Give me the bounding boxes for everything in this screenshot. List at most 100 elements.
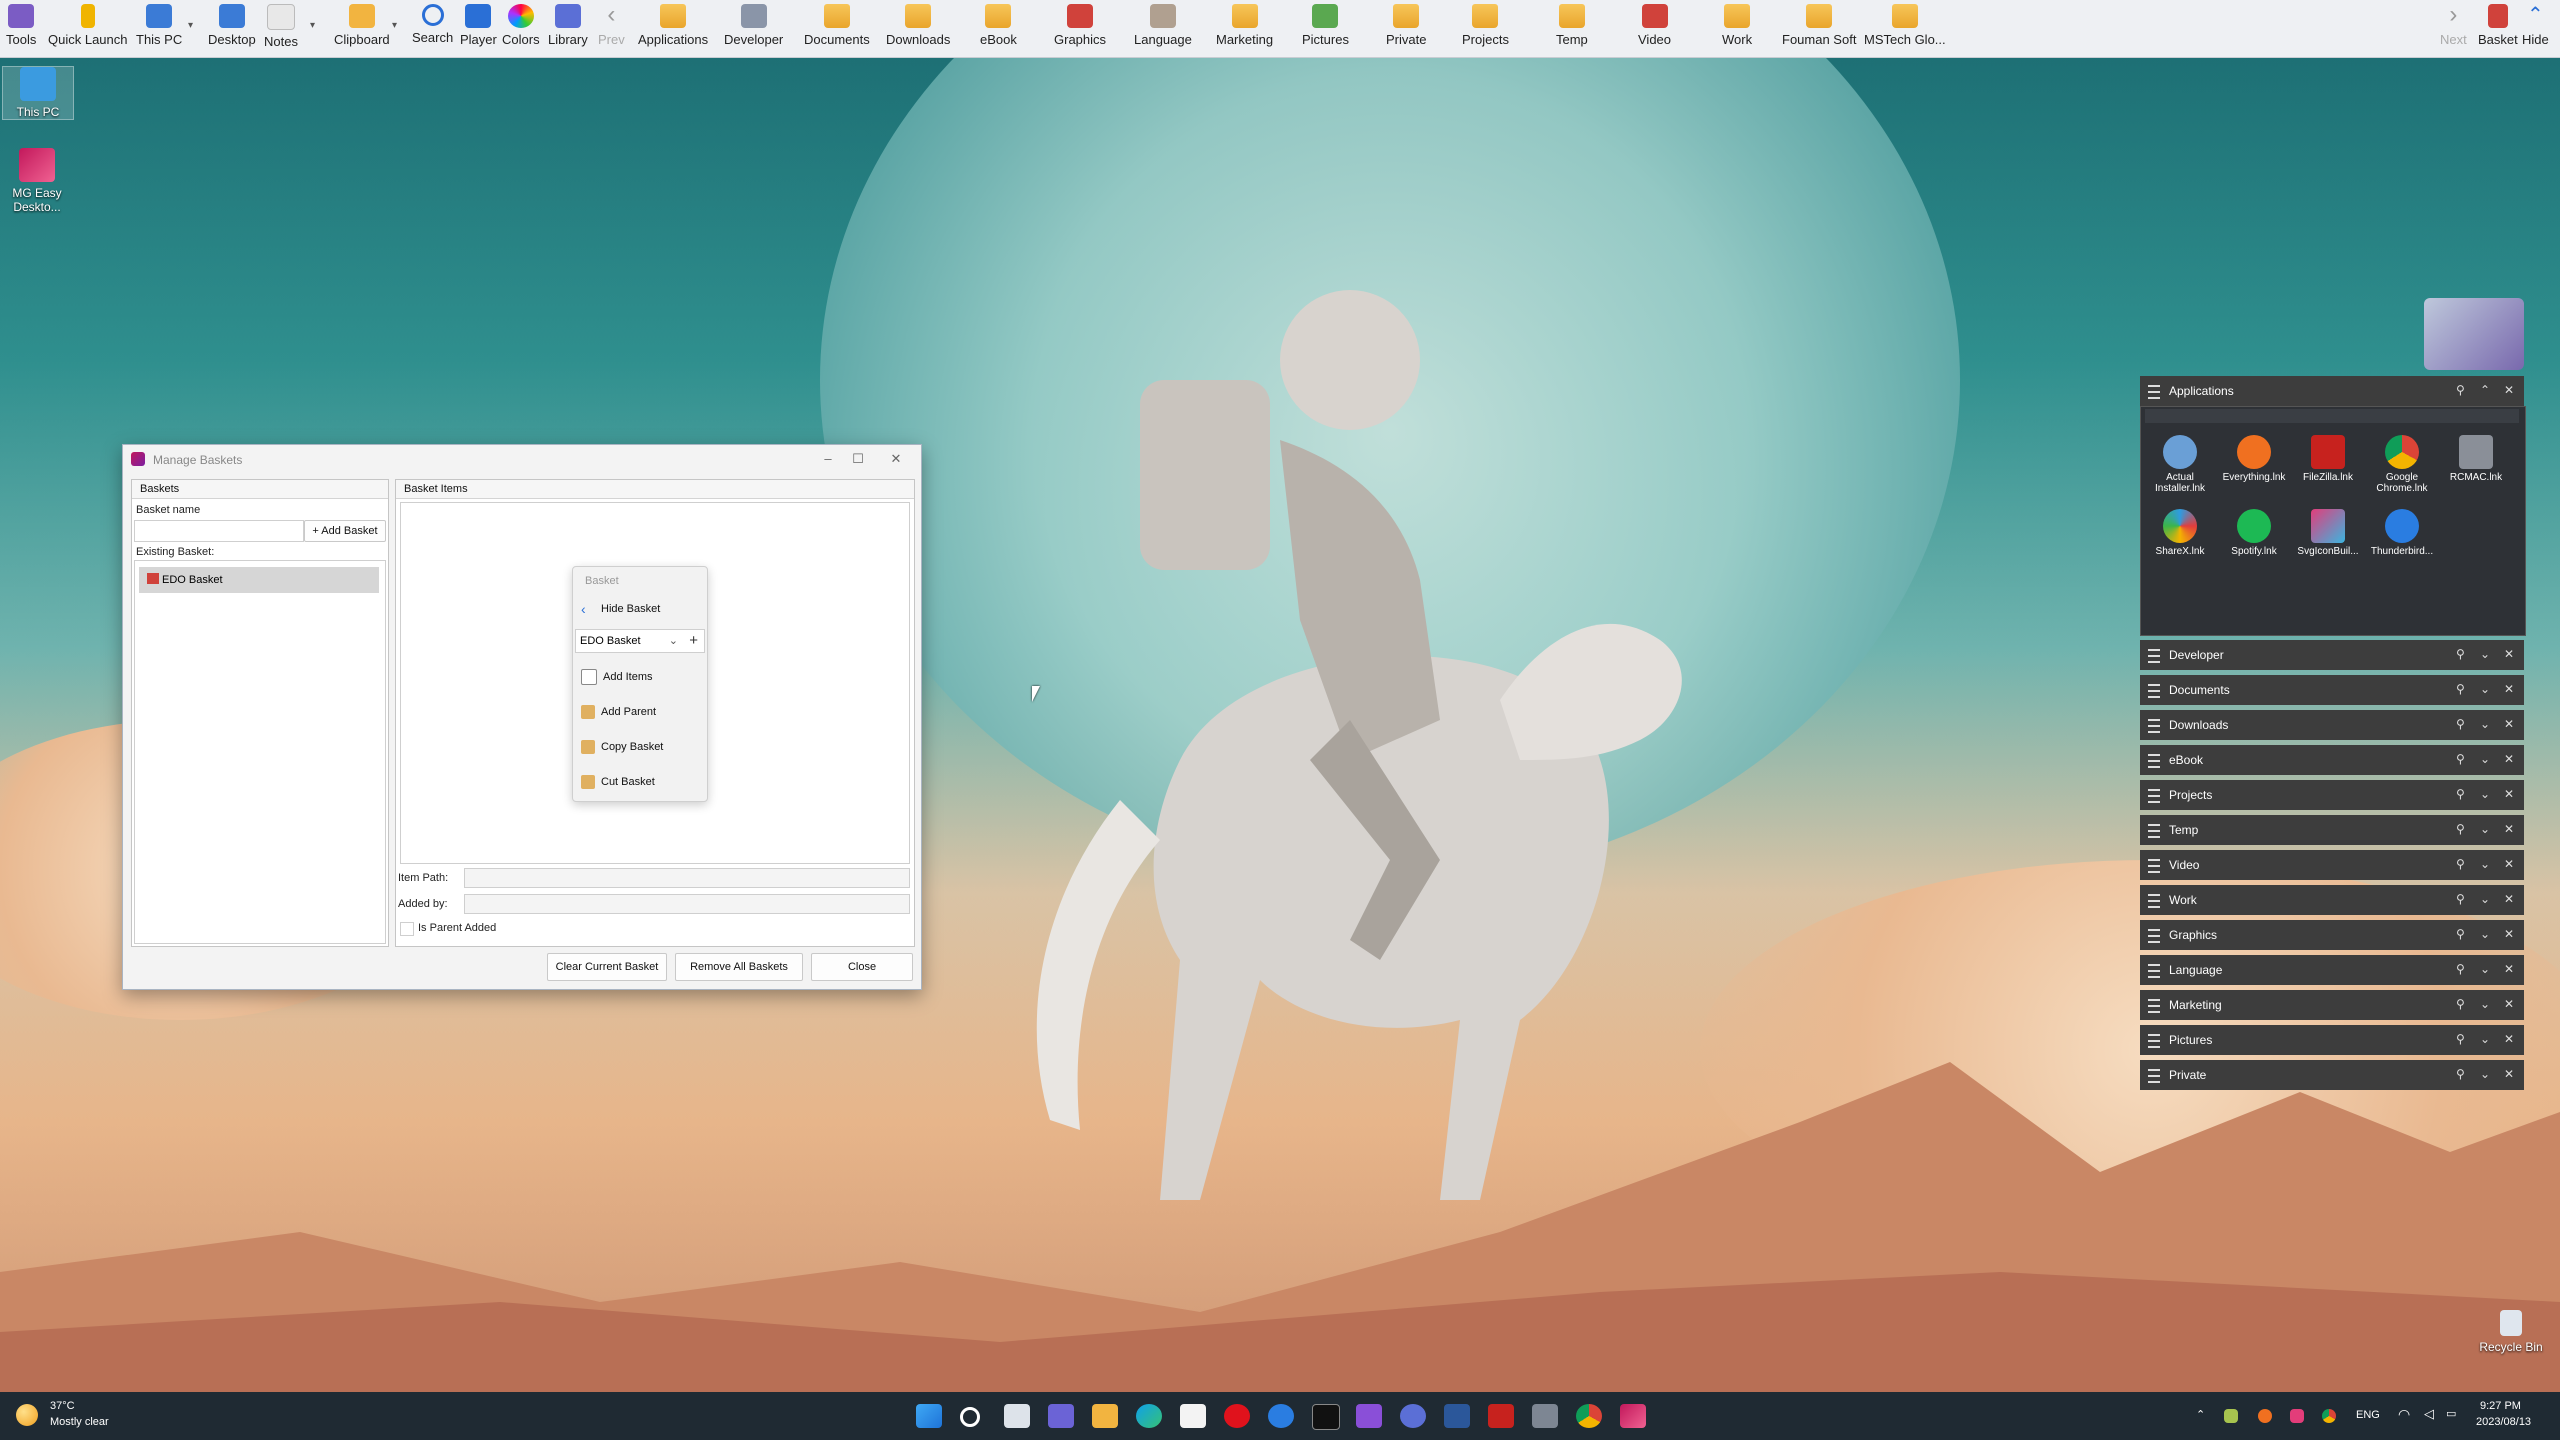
menu-icon[interactable]: [2148, 824, 2160, 838]
menu-icon[interactable]: [2148, 385, 2160, 399]
file-explorer-icon[interactable]: [1092, 1404, 1118, 1428]
pin-icon[interactable]: ⚲: [2456, 962, 2465, 976]
panel-developer[interactable]: Developer ⚲ ⌄ ✕: [2140, 640, 2524, 670]
menu-icon[interactable]: [2148, 754, 2160, 768]
toolbar-prev[interactable]: ‹ Prev: [598, 3, 625, 54]
menu-icon[interactable]: [2148, 649, 2160, 663]
panel-marketing[interactable]: Marketing ⚲ ⌄ ✕: [2140, 990, 2524, 1020]
app-shortcut[interactable]: Google Chrome.lnk: [2367, 435, 2437, 494]
pin-icon[interactable]: ⚲: [2456, 682, 2465, 696]
pin-icon[interactable]: ⚲: [2456, 927, 2465, 941]
word-icon[interactable]: [1444, 1404, 1470, 1428]
close-icon[interactable]: ✕: [2504, 787, 2514, 801]
chevron-down-icon[interactable]: ⌄: [2480, 682, 2490, 696]
basket-select[interactable]: EDO Basket ⌄ +: [575, 629, 705, 653]
app-shortcut[interactable]: ShareX.lnk: [2145, 509, 2215, 557]
chevron-down-icon[interactable]: ⌄: [2480, 647, 2490, 661]
toolbar-downloads[interactable]: Downloads: [886, 4, 950, 54]
panel-video[interactable]: Video ⚲ ⌄ ✕: [2140, 850, 2524, 880]
toolbar-video[interactable]: Video: [1638, 4, 1671, 54]
menu-icon[interactable]: [2148, 719, 2160, 733]
wifi-icon[interactable]: ◠: [2398, 1406, 2410, 1423]
close-icon[interactable]: ✕: [2504, 752, 2514, 766]
clock-date[interactable]: 2023/08/13: [2476, 1416, 2531, 1428]
desktop-icon-mg-easy[interactable]: MG Easy Deskto...: [2, 148, 72, 214]
close-icon[interactable]: ✕: [2504, 857, 2514, 871]
toolbar-marketing[interactable]: Marketing: [1216, 4, 1273, 54]
app-icon[interactable]: [1532, 1404, 1558, 1428]
toolbar-colors[interactable]: Colors: [502, 4, 540, 54]
chevron-down-icon[interactable]: ⌄: [2480, 892, 2490, 906]
menu-icon[interactable]: [2148, 1069, 2160, 1083]
app-shortcut[interactable]: RCMAC.lnk: [2441, 435, 2511, 483]
toolbar-developer[interactable]: Developer: [724, 4, 783, 54]
panel-private[interactable]: Private ⚲ ⌄ ✕: [2140, 1060, 2524, 1090]
close-icon[interactable]: ✕: [2504, 822, 2514, 836]
minimize-icon[interactable]: –: [813, 449, 843, 469]
chrome-icon[interactable]: [1576, 1404, 1602, 1428]
toolbar-this-pc[interactable]: This PC: [136, 4, 182, 54]
battery-icon[interactable]: ▭: [2446, 1407, 2456, 1420]
chevron-down-icon[interactable]: ⌄: [2480, 717, 2490, 731]
close-icon[interactable]: ✕: [2504, 717, 2514, 731]
toolbar-pictures[interactable]: Pictures: [1302, 4, 1349, 54]
clock-time[interactable]: 9:27 PM: [2480, 1400, 2521, 1412]
menu-icon[interactable]: [2148, 859, 2160, 873]
panel-temp[interactable]: Temp ⚲ ⌄ ✕: [2140, 815, 2524, 845]
toolbar-private[interactable]: Private: [1386, 4, 1426, 54]
chevron-down-icon[interactable]: ⌄: [2480, 927, 2490, 941]
toolbar-graphics[interactable]: Graphics: [1054, 4, 1106, 54]
toolbar-player[interactable]: Player: [460, 4, 497, 54]
pin-icon[interactable]: ⚲: [2456, 752, 2465, 766]
chevron-down-icon[interactable]: ⌄: [2480, 1067, 2490, 1081]
pin-icon[interactable]: ⚲: [2456, 787, 2465, 801]
close-icon[interactable]: ✕: [881, 449, 911, 469]
panel-documents[interactable]: Documents ⚲ ⌄ ✕: [2140, 675, 2524, 705]
close-icon[interactable]: ✕: [2504, 1032, 2514, 1046]
app-shortcut[interactable]: Everything.lnk: [2219, 435, 2289, 483]
close-icon[interactable]: ✕: [2504, 1067, 2514, 1081]
toolbar-quick-launch[interactable]: Quick Launch: [48, 4, 128, 54]
pin-icon[interactable]: ⚲: [2456, 892, 2465, 906]
pin-icon[interactable]: ⚲: [2456, 717, 2465, 731]
add-basket-button[interactable]: + Add Basket: [304, 520, 386, 542]
weather-icon[interactable]: [16, 1404, 38, 1426]
menu-icon[interactable]: [2148, 684, 2160, 698]
language-indicator[interactable]: ENG: [2356, 1409, 2380, 1421]
pin-icon[interactable]: ⚲: [2456, 647, 2465, 661]
chevron-down-icon[interactable]: ▾: [310, 20, 315, 31]
pin-icon[interactable]: ⚲: [2456, 1032, 2465, 1046]
thunderbird-icon[interactable]: [1268, 1404, 1294, 1428]
toolbar-notes[interactable]: Notes: [264, 4, 298, 54]
weather-desc[interactable]: Mostly clear: [50, 1416, 109, 1428]
toolbar-mstech[interactable]: MSTech Glo...: [1864, 4, 1946, 54]
pin-icon[interactable]: ⚲: [2456, 1067, 2465, 1081]
app-shortcut[interactable]: Spotify.lnk: [2219, 509, 2289, 557]
chevron-down-icon[interactable]: ▾: [392, 20, 397, 31]
menu-icon[interactable]: [2148, 789, 2160, 803]
menu-icon[interactable]: [2148, 1034, 2160, 1048]
close-icon[interactable]: ✕: [2504, 962, 2514, 976]
pin-icon[interactable]: ⚲: [2456, 997, 2465, 1011]
weather-temp[interactable]: 37°C: [50, 1400, 75, 1412]
edge-icon[interactable]: [1136, 1404, 1162, 1428]
chevron-down-icon[interactable]: ⌄: [669, 630, 678, 652]
close-icon[interactable]: ✕: [2504, 647, 2514, 661]
toolbar-work[interactable]: Work: [1722, 4, 1752, 54]
menu-icon[interactable]: [2148, 964, 2160, 978]
remove-all-baskets-button[interactable]: Remove All Baskets: [675, 953, 803, 981]
maximize-icon[interactable]: ☐: [843, 449, 873, 469]
chevron-up-icon[interactable]: ⌃: [2196, 1408, 2205, 1421]
chevron-down-icon[interactable]: ⌄: [2480, 1032, 2490, 1046]
opera-icon[interactable]: [1224, 1404, 1250, 1428]
chevron-down-icon[interactable]: ⌄: [2480, 787, 2490, 801]
panel-filter-bar[interactable]: [2145, 409, 2519, 423]
toolbar-clipboard[interactable]: Clipboard: [334, 4, 390, 54]
plus-icon[interactable]: +: [689, 630, 698, 652]
teams-icon[interactable]: [1048, 1404, 1074, 1428]
panel-work[interactable]: Work ⚲ ⌄ ✕: [2140, 885, 2524, 915]
toolbar-ebook[interactable]: eBook: [980, 4, 1017, 54]
toolbar-next[interactable]: › Next: [2440, 3, 2467, 54]
tray-icon[interactable]: [2258, 1409, 2272, 1423]
tray-icon[interactable]: [2290, 1409, 2304, 1423]
